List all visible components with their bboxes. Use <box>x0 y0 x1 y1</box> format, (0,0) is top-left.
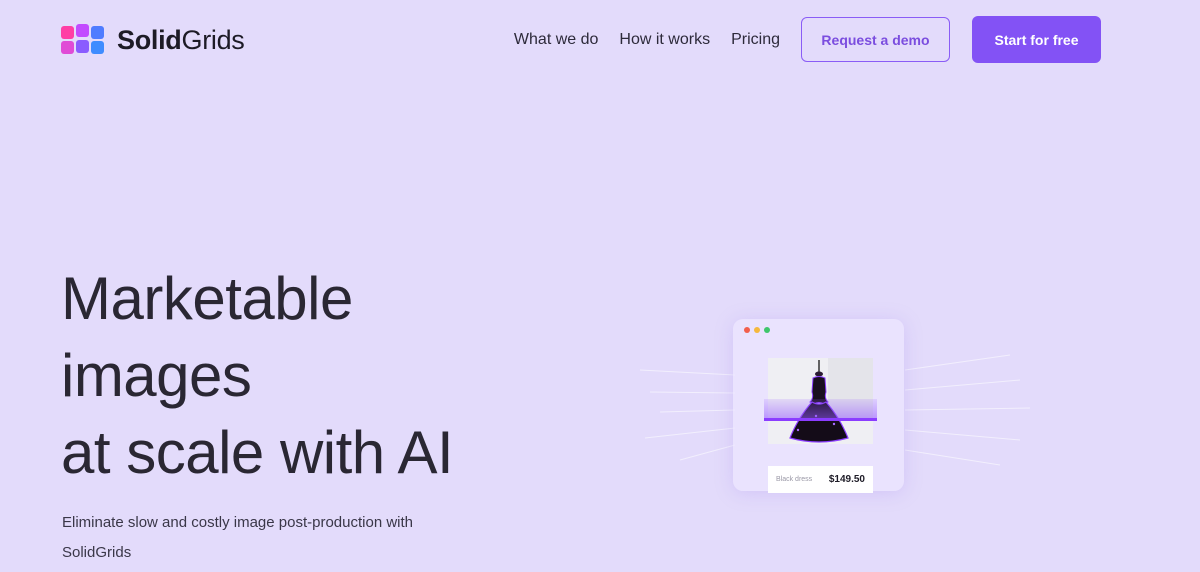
browser-window-card: Black dress $149.50 <box>733 319 904 493</box>
nav-link-pricing[interactable]: Pricing <box>731 31 780 49</box>
nav-link-what-we-do[interactable]: What we do <box>514 31 598 49</box>
brand-name-bold: Solid <box>117 24 182 55</box>
logo-tile <box>91 26 104 39</box>
hero-title-line: images <box>61 342 252 409</box>
brand-logo[interactable]: SolidGrids <box>61 23 245 57</box>
brand-name-regular: Grids <box>181 24 245 55</box>
start-for-free-button[interactable]: Start for free <box>972 16 1101 63</box>
hero-title-line: Marketable <box>61 265 353 332</box>
hero-subtitle: Eliminate slow and costly image post-pro… <box>62 514 413 561</box>
logo-tile <box>76 40 89 53</box>
main-nav: What we do How it works Pricing Request … <box>514 16 1101 63</box>
window-dot-icon <box>754 327 760 333</box>
hero-title: Marketable images at scale with AI <box>61 260 454 491</box>
product-illustration: Black dress $149.50 <box>640 300 1040 510</box>
logo-tile <box>61 26 74 39</box>
ai-scan-bar <box>764 399 877 421</box>
nav-link-how-it-works[interactable]: How it works <box>619 31 710 49</box>
request-demo-button[interactable]: Request a demo <box>801 17 950 62</box>
window-dot-icon <box>764 327 770 333</box>
brand-name: SolidGrids <box>117 25 245 56</box>
product-name: Black dress <box>776 476 813 483</box>
window-dot-icon <box>744 327 750 333</box>
window-controls <box>744 327 774 333</box>
product-price: $149.50 <box>828 474 865 485</box>
hero-title-line: at scale with AI <box>61 419 454 486</box>
logo-tile <box>91 41 104 54</box>
logo-tile <box>61 41 74 54</box>
logo-tile <box>76 24 89 37</box>
site-header: SolidGrids What we do How it works Prici… <box>0 0 1200 80</box>
product-info-bar: Black dress $149.50 <box>768 466 873 493</box>
logo-grid-icon <box>61 23 107 57</box>
